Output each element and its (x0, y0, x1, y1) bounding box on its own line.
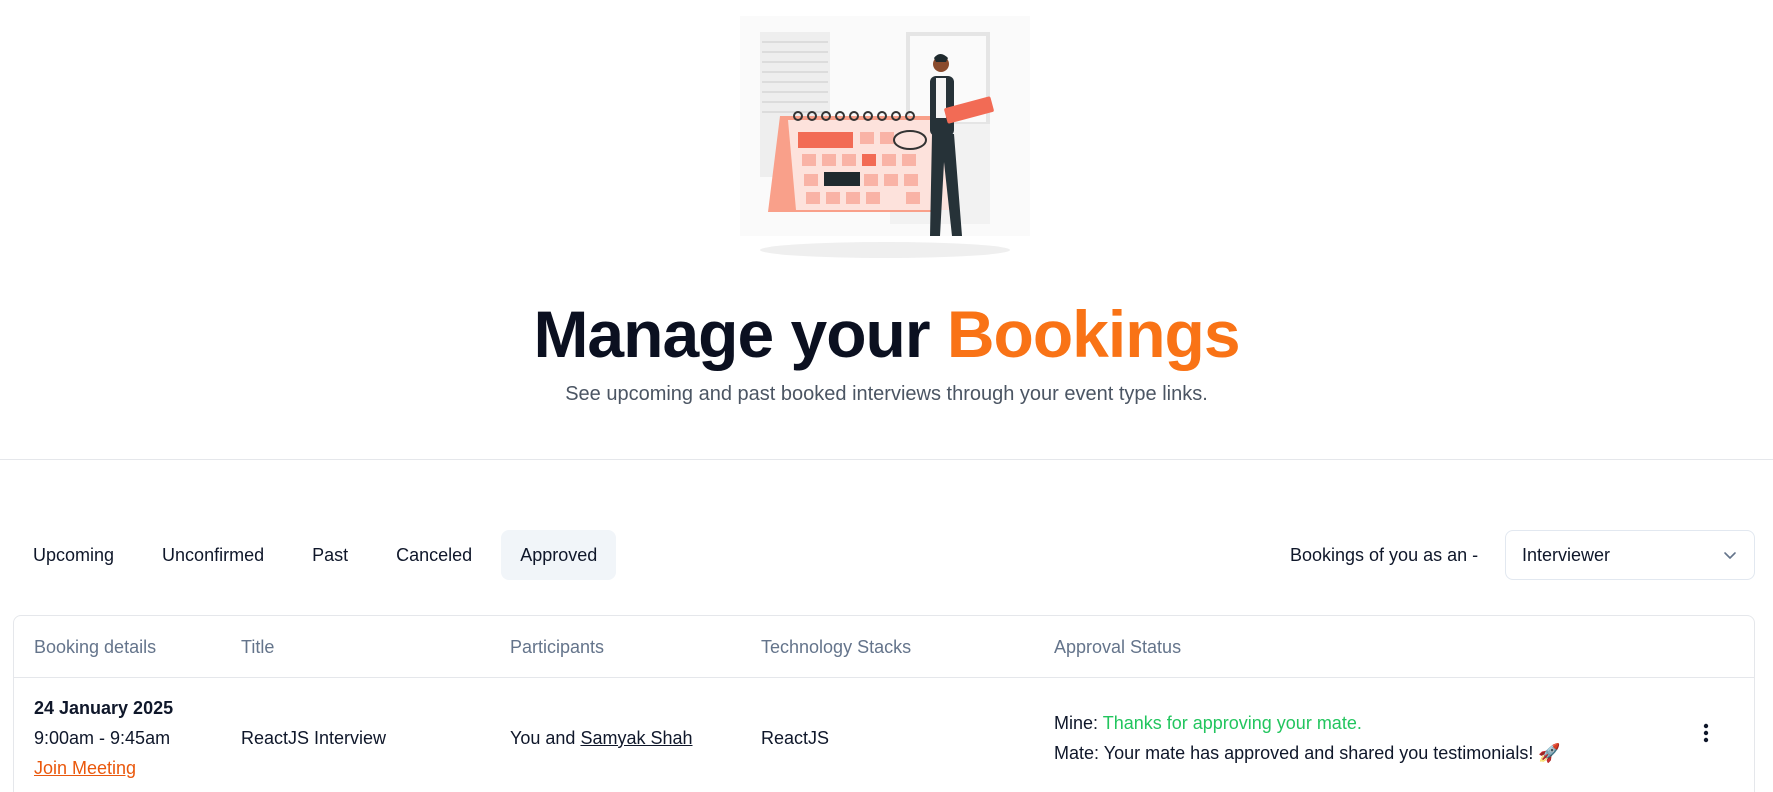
bookings-table: Booking details Title Participants Techn… (13, 615, 1755, 792)
role-select[interactable]: Interviewer (1505, 530, 1755, 580)
mine-status: Thanks for approving your mate. (1102, 713, 1362, 733)
tab-past[interactable]: Past (293, 530, 367, 580)
participant-name-link[interactable]: Samyak Shah (580, 728, 692, 748)
hero-section: Manage your Bookings See upcoming and pa… (0, 0, 1773, 460)
participants-prefix: You and (510, 728, 576, 748)
header-booking-details: Booking details (34, 636, 157, 657)
mate-status: Your mate has approved and shared you te… (1103, 743, 1561, 763)
booking-time: 9:00am - 9:45am (34, 728, 171, 748)
header-participants: Participants (510, 636, 605, 657)
table-header: Booking details Title Participants Techn… (14, 616, 1754, 678)
section-divider (0, 459, 1773, 460)
tab-unconfirmed[interactable]: Unconfirmed (143, 530, 283, 580)
participants-cell: You and Samyak Shah (510, 723, 693, 753)
chevron-down-icon (1724, 552, 1736, 559)
calendar-booking-illustration (740, 16, 1030, 258)
booking-title: ReactJS Interview (241, 728, 387, 748)
tab-upcoming[interactable]: Upcoming (14, 530, 133, 580)
mine-label: Mine: (1054, 713, 1099, 733)
mate-status-line: Mate: Your mate has approved and shared … (1054, 738, 1561, 768)
header-approval-status: Approval Status (1054, 636, 1182, 657)
join-meeting-link[interactable]: Join Meeting (34, 753, 173, 783)
role-filter-label: Bookings of you as an - (1290, 544, 1479, 565)
page-title-accent: Bookings (946, 297, 1241, 371)
booking-tabs: Upcoming Unconfirmed Past Canceled Appro… (14, 530, 617, 580)
tab-canceled[interactable]: Canceled (377, 530, 491, 580)
page-title: Manage your Bookings (0, 296, 1773, 372)
role-select-value: Interviewer (1522, 544, 1611, 565)
mine-status-line: Mine: Thanks for approving your mate. (1054, 708, 1561, 738)
booking-date: 24 January 2025 (34, 698, 174, 718)
approval-status-cell: Mine: Thanks for approving your mate. Ma… (1054, 708, 1561, 768)
page-title-main: Manage your (533, 297, 930, 371)
kebab-menu-icon (1703, 723, 1709, 743)
technology-stack: ReactJS (761, 728, 830, 748)
tab-approved[interactable]: Approved (501, 530, 617, 580)
header-title: Title (241, 636, 275, 657)
table-row: 24 January 2025 9:00am - 9:45am Join Mee… (14, 678, 1754, 792)
mate-label: Mate: (1054, 743, 1100, 763)
header-technology-stacks: Technology Stacks (761, 636, 912, 657)
booking-details-cell: 24 January 2025 9:00am - 9:45am Join Mee… (34, 693, 173, 783)
row-actions-button[interactable] (1694, 718, 1718, 748)
page-subtitle: See upcoming and past booked interviews … (565, 383, 1208, 405)
